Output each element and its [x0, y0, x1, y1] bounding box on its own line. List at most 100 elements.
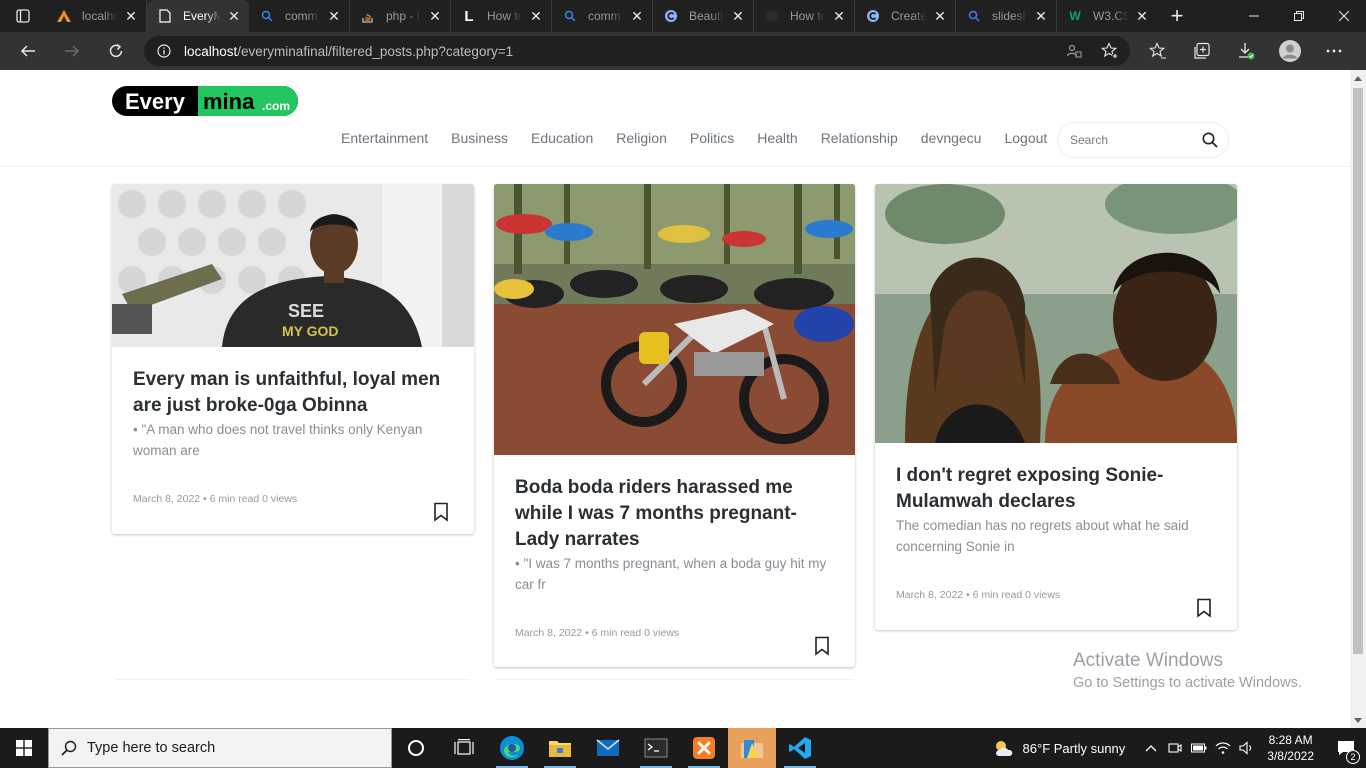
add-favorite-icon[interactable] [1095, 36, 1125, 66]
new-tab-button[interactable]: + [1157, 0, 1197, 32]
tab-title: comm [588, 9, 621, 23]
w3-icon: W [1069, 9, 1081, 23]
taskbar-clock[interactable]: 8:28 AM 3/8/2022 [1267, 732, 1314, 764]
search-icon [966, 8, 982, 24]
show-hidden-icons-button[interactable] [1139, 744, 1163, 752]
nav-item-logout[interactable]: Logout [1004, 130, 1047, 146]
nav-item-relationship[interactable]: Relationship [821, 130, 898, 146]
tab-actions-button[interactable] [0, 0, 46, 32]
tracking-prevention-icon[interactable] [1059, 36, 1089, 66]
taskbar-search-box[interactable]: Type here to search [48, 728, 392, 768]
volume-icon[interactable] [1235, 741, 1259, 755]
post-excerpt: • "I was 7 months pregnant, when a boda … [515, 556, 827, 592]
tab-title: Beauti [689, 9, 724, 23]
restore-icon [1293, 11, 1304, 21]
meet-now-icon[interactable] [1163, 741, 1187, 755]
forward-button[interactable] [50, 32, 94, 70]
post-title[interactable]: Boda boda riders harassed me while I was… [515, 475, 825, 553]
taskbar-file-explorer[interactable] [536, 728, 584, 768]
page-viewport: Every mina .com Entertainment Business E… [0, 70, 1350, 728]
collections-button[interactable] [1180, 32, 1224, 70]
browser-tab[interactable]: localhost ✕ [46, 0, 147, 32]
close-tab-icon[interactable]: ✕ [630, 9, 644, 23]
post-title[interactable]: I don't regret exposing Sonie-Mulamwah d… [896, 463, 1216, 515]
profile-button[interactable] [1268, 32, 1312, 70]
browser-tab[interactable]: slidesh ✕ [956, 0, 1057, 32]
wifi-icon[interactable] [1211, 741, 1235, 755]
close-tab-icon[interactable]: ✕ [529, 9, 543, 23]
post-card[interactable]: I don't regret exposing Sonie-Mulamwah d… [875, 184, 1237, 630]
browser-tab[interactable]: comm ✕ [249, 0, 350, 32]
bookmark-icon[interactable] [814, 636, 830, 656]
browser-tab[interactable]: L How to ✕ [451, 0, 552, 32]
search-icon[interactable] [1202, 132, 1218, 148]
post-card[interactable]: Boda boda riders harassed me while I was… [494, 184, 855, 667]
post-image[interactable] [875, 184, 1237, 443]
taskbar-vscode[interactable] [776, 728, 824, 768]
taskbar-xampp[interactable] [680, 728, 728, 768]
bookmark-icon[interactable] [1196, 598, 1212, 618]
cortana-button[interactable] [392, 728, 440, 768]
close-tab-icon[interactable]: ✕ [124, 9, 138, 23]
browser-tab[interactable]: W W3.CS ✕ [1057, 0, 1157, 32]
scroll-up-icon[interactable] [1350, 70, 1366, 86]
taskbar-edge[interactable] [488, 728, 536, 768]
tab-title: W3.CS [1093, 9, 1129, 23]
taskbar-terminal[interactable] [632, 728, 680, 768]
search-input[interactable] [1070, 133, 1190, 147]
post-title[interactable]: Every man is unfaithful, loyal men are j… [133, 367, 463, 419]
close-tab-icon[interactable]: ✕ [227, 9, 241, 23]
terminal-icon [644, 738, 668, 758]
scrollbar-thumb[interactable] [1353, 88, 1363, 654]
page-scrollbar[interactable] [1350, 70, 1366, 728]
browser-tab[interactable]: php - I ✕ [350, 0, 451, 32]
back-button[interactable] [6, 32, 50, 70]
browser-tab[interactable]: How to ✕ [754, 0, 855, 32]
nav-item-entertainment[interactable]: Entertainment [341, 130, 428, 146]
nav-item-religion[interactable]: Religion [616, 130, 667, 146]
folder-icon [549, 741, 571, 757]
favorites-button[interactable] [1136, 32, 1180, 70]
post-image[interactable]: SEE MY GOD [112, 184, 474, 347]
minimize-button[interactable] [1231, 0, 1276, 32]
browser-tab-active[interactable]: EveryMina ✕ [147, 0, 249, 32]
close-tab-icon[interactable]: ✕ [933, 9, 947, 23]
stackoverflow-icon [360, 8, 376, 24]
taskbar-mail[interactable] [584, 728, 632, 768]
url-field[interactable]: localhost/everyminafinal/filtered_posts.… [144, 36, 1130, 66]
close-tab-icon[interactable]: ✕ [1135, 9, 1149, 23]
nav-item-health[interactable]: Health [757, 130, 797, 146]
nav-item-user[interactable]: devngecu [921, 130, 982, 146]
start-button[interactable] [0, 728, 48, 768]
settings-more-button[interactable] [1312, 32, 1356, 70]
close-icon [1338, 11, 1349, 21]
browser-tab[interactable]: comm ✕ [552, 0, 653, 32]
close-tab-icon[interactable]: ✕ [731, 9, 745, 23]
post-image[interactable] [494, 184, 855, 455]
close-tab-icon[interactable]: ✕ [428, 9, 442, 23]
task-view-button[interactable] [440, 728, 488, 768]
downloads-button[interactable] [1224, 32, 1268, 70]
weather-text: 86°F Partly sunny [1022, 740, 1126, 756]
site-info-icon[interactable] [144, 44, 184, 58]
scroll-down-icon[interactable] [1350, 712, 1366, 728]
close-tab-icon[interactable]: ✕ [832, 9, 846, 23]
refresh-button[interactable] [94, 32, 138, 70]
letter-l-icon: L [464, 7, 474, 25]
battery-icon[interactable] [1187, 743, 1211, 753]
restore-button[interactable] [1276, 0, 1321, 32]
weather-widget[interactable]: 86°F Partly sunny [993, 738, 1126, 758]
post-card[interactable]: SEE MY GOD Every man is unfaithful, loya… [112, 184, 474, 534]
notifications-button[interactable]: 2 [1326, 740, 1366, 764]
close-tab-icon[interactable]: ✕ [1034, 9, 1048, 23]
taskbar-photos[interactable] [728, 728, 776, 768]
nav-item-education[interactable]: Education [531, 130, 593, 146]
browser-tab[interactable]: Beauti ✕ [653, 0, 754, 32]
close-window-button[interactable] [1321, 0, 1366, 32]
nav-item-business[interactable]: Business [451, 130, 508, 146]
bookmark-icon[interactable] [433, 502, 449, 522]
site-logo[interactable]: Every mina .com [112, 86, 298, 116]
nav-item-politics[interactable]: Politics [690, 130, 734, 146]
close-tab-icon[interactable]: ✕ [327, 9, 341, 23]
browser-tab[interactable]: Create ✕ [855, 0, 956, 32]
